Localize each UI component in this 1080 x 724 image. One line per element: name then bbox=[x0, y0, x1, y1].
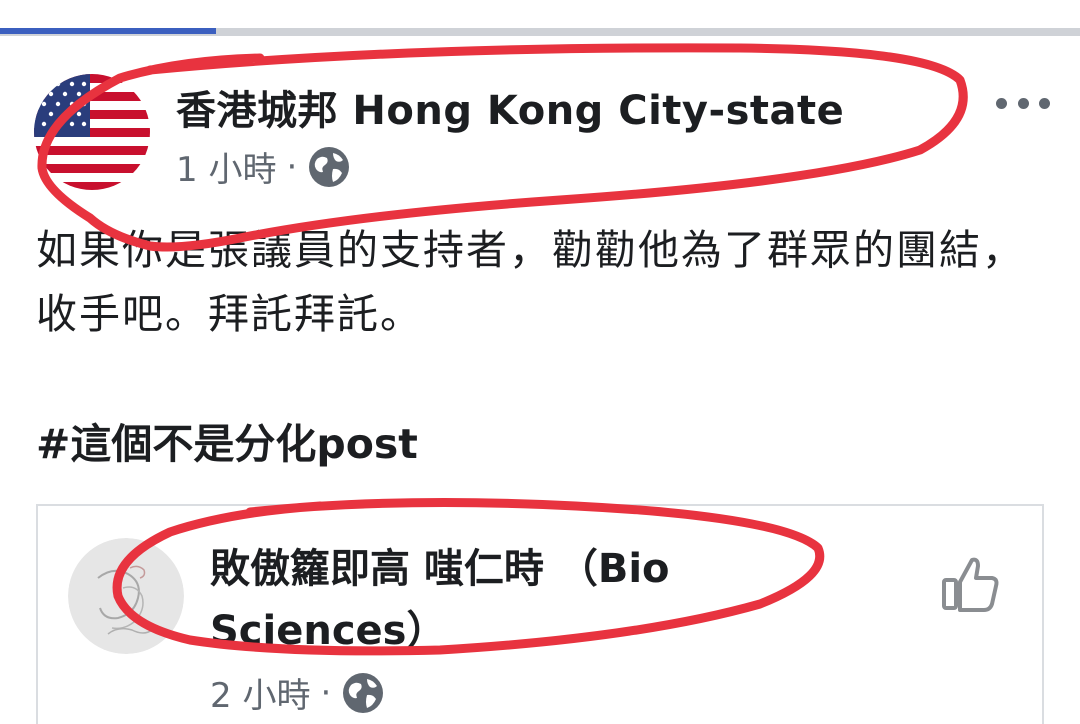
author-name-link[interactable]: 香港城邦 Hong Kong City-state bbox=[176, 78, 844, 136]
globe-icon bbox=[309, 146, 350, 187]
facebook-post-screenshot: 香港城邦 Hong Kong City-state 1 小時 · 如果你是張議員… bbox=[0, 0, 1080, 724]
illustration-avatar-icon bbox=[68, 538, 184, 654]
more-horizontal-icon bbox=[996, 97, 1007, 109]
post-timestamp[interactable]: 1 小時 bbox=[176, 142, 276, 191]
shared-meta-separator: · bbox=[320, 672, 332, 713]
hashtag-link[interactable]: #這個不是分化post bbox=[36, 410, 418, 470]
globe-icon bbox=[343, 672, 384, 713]
shared-post-timestamp[interactable]: 2 小時 bbox=[210, 668, 310, 717]
thumbs-up-icon bbox=[942, 557, 999, 612]
meta-separator: · bbox=[286, 146, 298, 187]
like-page-button[interactable] bbox=[938, 552, 1004, 618]
shared-post-avatar[interactable] bbox=[68, 538, 184, 654]
shared-post-title-link[interactable]: 敗傲籮即高 嗤仁時 （Bio Sciences） bbox=[210, 538, 850, 662]
author-avatar[interactable] bbox=[34, 74, 150, 190]
more-options-button[interactable] bbox=[996, 88, 1050, 118]
us-flag-icon bbox=[34, 74, 150, 190]
post-meta: 1 小時 · bbox=[176, 142, 351, 191]
active-tab-indicator[interactable] bbox=[0, 28, 216, 34]
post-body-text: 如果你是張議員的支持者，勸勸他為了群眾的團結，收手吧。拜託拜託。 bbox=[36, 226, 1025, 338]
shared-post-meta: 2 小時 · bbox=[210, 668, 385, 717]
